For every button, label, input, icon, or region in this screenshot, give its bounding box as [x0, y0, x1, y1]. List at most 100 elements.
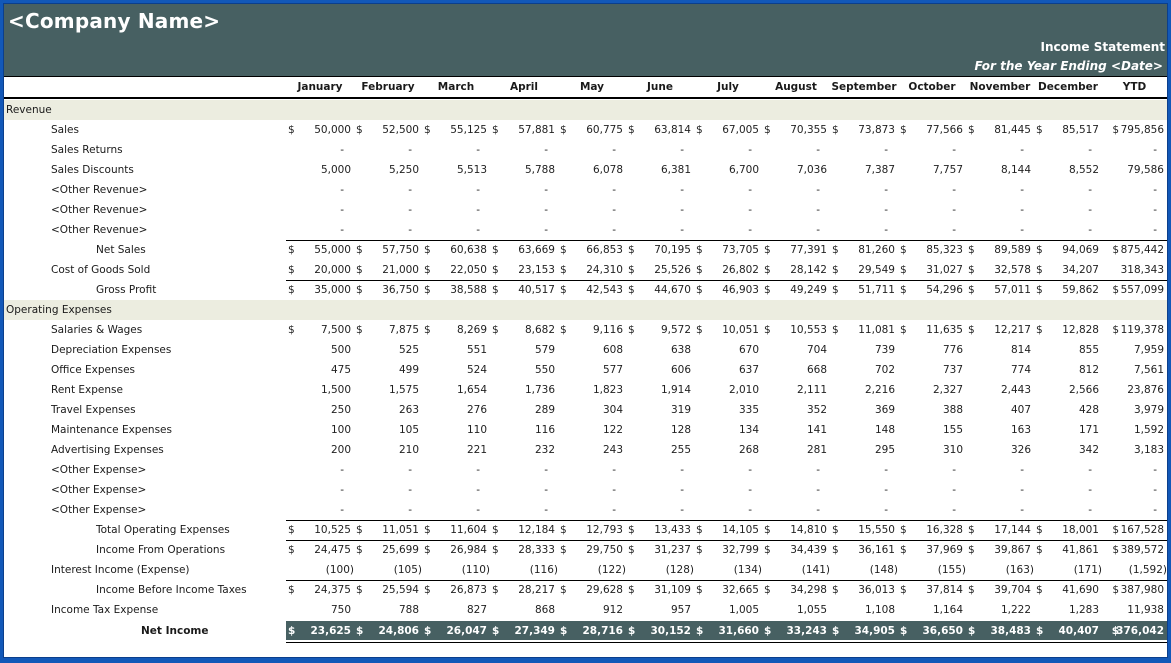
value-cell-october[interactable]: $77,566 — [898, 124, 966, 138]
value-cell-june[interactable]: 1,914 — [626, 384, 694, 398]
value-cell-july[interactable]: 670 — [694, 344, 762, 358]
value-cell-april[interactable]: 5,788 — [490, 164, 558, 178]
value-cell-july[interactable]: $46,903 — [694, 284, 762, 298]
value-cell-october[interactable]: 1,164 — [898, 604, 966, 618]
value-cell-july[interactable]: $32,665 — [694, 584, 762, 598]
value-cell-march[interactable]: 551 — [422, 344, 490, 358]
value-cell-january[interactable]: $7,500 — [286, 324, 354, 338]
value-cell-september[interactable]: 295 — [830, 444, 898, 458]
row-label[interactable]: Revenue — [6, 104, 52, 116]
value-cell-january[interactable]: 200 — [286, 444, 354, 458]
value-cell-february[interactable]: - — [354, 184, 422, 198]
value-cell-august[interactable]: - — [762, 144, 830, 158]
value-cell-june[interactable]: $44,670 — [626, 284, 694, 298]
value-cell-january[interactable]: 5,000 — [286, 164, 354, 178]
value-cell-october[interactable]: - — [898, 204, 966, 218]
value-cell-december[interactable]: 855 — [1034, 344, 1102, 358]
statement-period[interactable]: For the Year Ending <Date> — [975, 59, 1163, 73]
value-cell-april[interactable]: - — [490, 484, 558, 498]
value-cell-february[interactable]: $25,699 — [354, 544, 422, 558]
value-cell-september[interactable]: - — [830, 144, 898, 158]
value-cell-january[interactable]: $23,625 — [286, 625, 354, 639]
value-cell-april[interactable]: 289 — [490, 404, 558, 418]
value-cell-june[interactable]: 638 — [626, 344, 694, 358]
value-cell-ytd[interactable]: 7,959 — [1102, 344, 1167, 358]
value-cell-ytd[interactable]: $795,856 — [1102, 124, 1167, 138]
value-cell-october[interactable]: 388 — [898, 404, 966, 418]
value-cell-november[interactable]: $57,011 — [966, 284, 1034, 298]
value-cell-ytd[interactable]: - — [1102, 224, 1167, 238]
value-cell-november[interactable]: 774 — [966, 364, 1034, 378]
value-cell-august[interactable]: 1,055 — [762, 604, 830, 618]
value-cell-ytd[interactable]: $387,980 — [1102, 584, 1167, 598]
value-cell-september[interactable]: 148 — [830, 424, 898, 438]
value-cell-december[interactable]: - — [1034, 144, 1102, 158]
value-cell-september[interactable]: $51,711 — [830, 284, 898, 298]
value-cell-november[interactable]: 163 — [966, 424, 1034, 438]
value-cell-january[interactable]: - — [286, 464, 354, 478]
value-cell-ytd[interactable]: 318,343 — [1102, 264, 1167, 278]
value-cell-march[interactable]: $11,604 — [422, 524, 490, 538]
value-cell-december[interactable]: - — [1034, 224, 1102, 238]
value-cell-february[interactable]: (105) — [354, 564, 422, 578]
value-cell-february[interactable]: - — [354, 204, 422, 218]
value-cell-february[interactable]: $11,051 — [354, 524, 422, 538]
row-label[interactable]: <Other Expense> — [51, 484, 146, 496]
value-cell-april[interactable]: (116) — [490, 564, 558, 578]
value-cell-february[interactable]: $52,500 — [354, 124, 422, 138]
value-cell-january[interactable]: 475 — [286, 364, 354, 378]
value-cell-january[interactable]: 500 — [286, 344, 354, 358]
value-cell-december[interactable]: $41,861 — [1034, 544, 1102, 558]
value-cell-may[interactable]: $60,775 — [558, 124, 626, 138]
value-cell-april[interactable]: $63,669 — [490, 244, 558, 258]
value-cell-may[interactable]: - — [558, 184, 626, 198]
row-label[interactable]: <Other Revenue> — [51, 224, 147, 236]
value-cell-may[interactable]: $66,853 — [558, 244, 626, 258]
row-label[interactable]: Maintenance Expenses — [51, 424, 172, 436]
value-cell-november[interactable]: - — [966, 184, 1034, 198]
row-label[interactable]: <Other Revenue> — [51, 204, 147, 216]
value-cell-january[interactable]: $55,000 — [286, 244, 354, 258]
value-cell-november[interactable]: (163) — [966, 564, 1034, 578]
row-label[interactable]: Income From Operations — [96, 544, 225, 556]
row-label[interactable]: Net Income — [141, 625, 208, 637]
value-cell-ytd[interactable]: $119,378 — [1102, 324, 1167, 338]
value-cell-ytd[interactable]: 7,561 — [1102, 364, 1167, 378]
row-label[interactable]: Gross Profit — [96, 284, 156, 296]
value-cell-june[interactable]: - — [626, 204, 694, 218]
value-cell-april[interactable]: $40,517 — [490, 284, 558, 298]
value-cell-may[interactable]: $24,310 — [558, 264, 626, 278]
value-cell-february[interactable]: 525 — [354, 344, 422, 358]
value-cell-december[interactable]: - — [1034, 464, 1102, 478]
value-cell-october[interactable]: 737 — [898, 364, 966, 378]
value-cell-september[interactable]: 7,387 — [830, 164, 898, 178]
value-cell-april[interactable]: $57,881 — [490, 124, 558, 138]
value-cell-july[interactable]: 2,010 — [694, 384, 762, 398]
value-cell-march[interactable]: $8,269 — [422, 324, 490, 338]
value-cell-october[interactable]: $54,296 — [898, 284, 966, 298]
value-cell-september[interactable]: $36,161 — [830, 544, 898, 558]
value-cell-october[interactable]: 776 — [898, 344, 966, 358]
value-cell-january[interactable]: 750 — [286, 604, 354, 618]
value-cell-january[interactable]: - — [286, 224, 354, 238]
value-cell-july[interactable]: 268 — [694, 444, 762, 458]
value-cell-august[interactable]: - — [762, 464, 830, 478]
value-cell-august[interactable]: $70,355 — [762, 124, 830, 138]
value-cell-ytd[interactable]: 23,876 — [1102, 384, 1167, 398]
value-cell-november[interactable]: $39,867 — [966, 544, 1034, 558]
value-cell-october[interactable]: - — [898, 184, 966, 198]
value-cell-june[interactable]: $70,195 — [626, 244, 694, 258]
value-cell-july[interactable]: - — [694, 504, 762, 518]
value-cell-october[interactable]: 7,757 — [898, 164, 966, 178]
value-cell-march[interactable]: $60,638 — [422, 244, 490, 258]
value-cell-ytd[interactable]: $557,099 — [1102, 284, 1167, 298]
value-cell-february[interactable]: - — [354, 224, 422, 238]
value-cell-may[interactable]: - — [558, 484, 626, 498]
value-cell-march[interactable]: 5,513 — [422, 164, 490, 178]
value-cell-april[interactable]: 1,736 — [490, 384, 558, 398]
value-cell-december[interactable]: 171 — [1034, 424, 1102, 438]
value-cell-november[interactable]: $38,483 — [966, 625, 1034, 639]
value-cell-march[interactable]: - — [422, 504, 490, 518]
value-cell-april[interactable]: - — [490, 144, 558, 158]
value-cell-december[interactable]: $40,407 — [1034, 625, 1102, 639]
